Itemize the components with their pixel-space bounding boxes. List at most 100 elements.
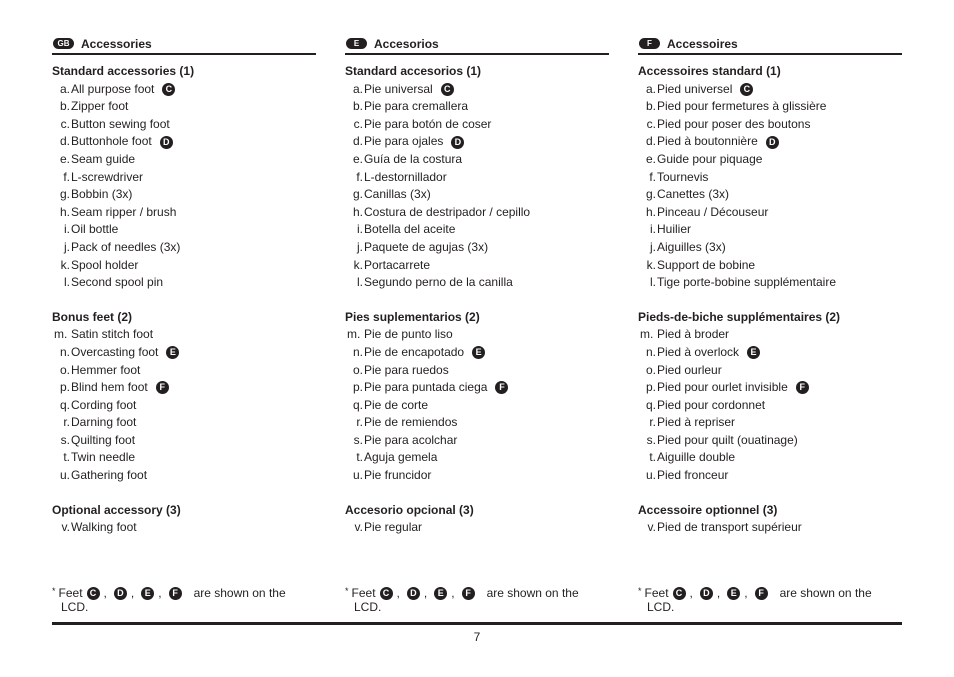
- list-item: c. Button sewing foot: [52, 116, 316, 134]
- foot-e-badge-icon: E: [472, 346, 486, 360]
- foot-f-badge-icon: F: [754, 586, 768, 600]
- item-text: Botella del aceite: [364, 222, 456, 237]
- foot-d-badge-icon: D: [765, 135, 779, 149]
- item-text: Pied à overlock: [657, 344, 740, 359]
- item-text: Hemmer foot: [71, 362, 141, 377]
- list-item: f. L-screwdriver: [52, 169, 316, 187]
- list-item: d. Buttonhole foot D: [52, 133, 316, 151]
- item-text: Pinceau / Découseur: [657, 204, 769, 219]
- item-text: Aguja gemela: [364, 450, 438, 465]
- item-label: s.: [646, 432, 656, 447]
- list-item: h. Seam ripper / brush: [52, 204, 316, 222]
- item-text: Guía de la costura: [364, 151, 463, 166]
- column-title: Accesorios: [374, 36, 439, 51]
- list-item: e. Guía de la costura: [345, 151, 609, 169]
- language-badge-icon: GB: [53, 38, 74, 49]
- list-item: l. Second spool pin: [52, 274, 316, 292]
- footnote-separator: ,: [103, 586, 107, 600]
- item-label: r.: [649, 415, 656, 430]
- item-text: Button sewing foot: [71, 116, 170, 131]
- foot-e-badge-icon: E: [434, 586, 448, 600]
- list-item: p. Pied pour ourlet invisible F: [638, 379, 902, 397]
- footnote-asterisk: *: [52, 586, 56, 596]
- item-text: Pied de transport supérieur: [657, 520, 802, 535]
- column-title: Accessoires: [667, 36, 738, 51]
- foot-d-badge-icon: D: [406, 586, 420, 600]
- item-label: e.: [59, 151, 70, 166]
- item-text: Tournevis: [657, 169, 709, 184]
- item-text: Pie de encapotado: [364, 344, 465, 359]
- item-label: d.: [352, 134, 363, 149]
- item-text: Segundo perno de la canilla: [364, 275, 513, 290]
- item-label: s.: [60, 432, 70, 447]
- list-item: s. Pied pour quilt (ouatinage): [638, 432, 902, 450]
- footnote-separator: ,: [396, 586, 400, 600]
- item-text: Pied à broder: [657, 327, 730, 342]
- list-item: m. Satin stitch foot: [52, 326, 316, 344]
- footnote-line2: LCD.: [647, 600, 675, 614]
- item-text: Portacarrete: [364, 257, 431, 272]
- footnote-separator: ,: [423, 586, 428, 600]
- list-item: q. Cording foot: [52, 397, 316, 415]
- item-label: e.: [645, 151, 656, 166]
- list-item: v. Pied de transport supérieur: [638, 519, 902, 537]
- column-header: F Accessoires: [638, 35, 902, 52]
- item-label: k.: [353, 257, 363, 272]
- item-label: l.: [64, 275, 70, 290]
- item-label: f.: [649, 169, 656, 184]
- list-item: d. Pie para ojales D: [345, 133, 609, 151]
- list-item: j. Paquete de agujas (3x): [345, 239, 609, 257]
- item-label: p.: [59, 380, 70, 395]
- list-item: t. Twin needle: [52, 449, 316, 467]
- foot-f-badge-icon: F: [795, 381, 809, 395]
- footnote-separator: ,: [158, 586, 162, 600]
- list-item: e. Seam guide: [52, 151, 316, 169]
- item-text: Pied à boutonnière: [657, 134, 758, 149]
- item-text: Aiguilles (3x): [657, 239, 726, 254]
- header-rule: [638, 53, 902, 55]
- header-rule: [52, 53, 316, 55]
- list-item: r. Pied à repriser: [638, 414, 902, 432]
- item-text: Pie de remiendos: [364, 415, 458, 430]
- list-item: m. Pied à broder: [638, 326, 902, 344]
- list-item: b. Pied pour fermetures à glissière: [638, 98, 902, 116]
- item-label: m.: [640, 327, 654, 342]
- item-label: t.: [63, 450, 70, 465]
- list-item: a. All purpose foot C: [52, 81, 316, 99]
- column-spanish: E Accesorios Standard accesorios (1) a. Pie …: [345, 35, 609, 537]
- list-item: n. Pie de encapotado E: [345, 344, 609, 362]
- item-label: f.: [63, 169, 70, 184]
- item-label: n.: [59, 344, 70, 359]
- item-label: c.: [646, 116, 656, 131]
- foot-f-badge-icon: F: [495, 381, 509, 395]
- item-label: u.: [352, 468, 363, 483]
- list-item: k. Support de bobine: [638, 257, 902, 275]
- item-label: j.: [357, 239, 363, 254]
- item-text: Pied universel: [657, 81, 733, 96]
- language-badge-icon: F: [639, 38, 660, 49]
- item-label: p.: [352, 380, 363, 395]
- footnote-prefix: Feet: [58, 586, 83, 600]
- item-label: m.: [347, 327, 361, 342]
- list-item: l. Segundo perno de la canilla: [345, 274, 609, 292]
- section-title: Accessoires standard (1): [638, 64, 781, 78]
- list-item: u. Pied fronceur: [638, 467, 902, 485]
- item-label: h.: [645, 204, 656, 219]
- list-item: j. Pack of needles (3x): [52, 239, 316, 257]
- section-title: Standard accesorios (1): [345, 64, 482, 78]
- list-item: u. Pie fruncidor: [345, 467, 609, 485]
- section-title: Pies suplementarios (2): [345, 309, 480, 324]
- item-text: Pied à repriser: [657, 415, 736, 430]
- item-text: L-screwdriver: [71, 169, 144, 184]
- list-item: f. L-destornillador: [345, 169, 609, 187]
- item-label: l.: [357, 275, 363, 290]
- list-item: k. Spool holder: [52, 257, 316, 275]
- footnote-suffix: are shown on the: [193, 586, 286, 600]
- list-item: m. Pie de punto liso: [345, 326, 609, 344]
- item-label: v.: [354, 520, 363, 535]
- bottom-rule: [52, 622, 902, 625]
- item-label: b.: [59, 99, 70, 114]
- item-text: Bobbin (3x): [71, 187, 133, 202]
